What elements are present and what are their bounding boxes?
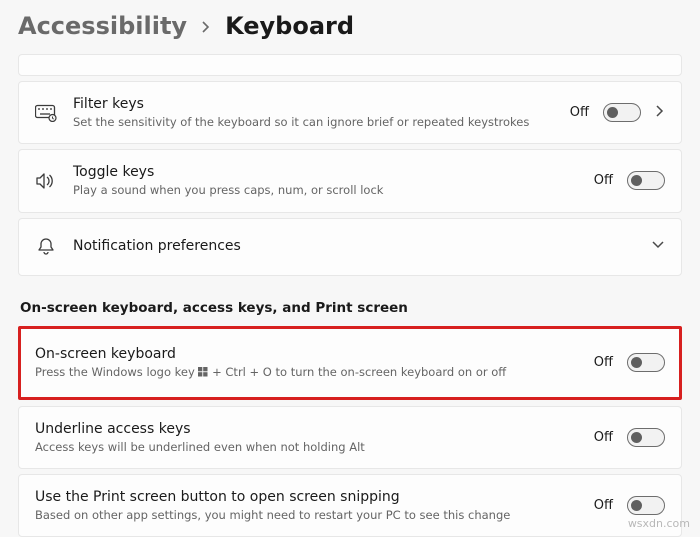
row-title: Underline access keys — [35, 420, 578, 438]
settings-row-underline-access-keys[interactable]: Underline access keys Access keys will b… — [18, 406, 682, 469]
filter-keys-toggle[interactable] — [603, 103, 641, 122]
bell-icon — [35, 237, 57, 257]
toggle-state-label: Off — [594, 498, 613, 513]
settings-row-toggle-keys[interactable]: Toggle keys Play a sound when you press … — [18, 149, 682, 212]
row-title: Notification preferences — [73, 237, 635, 255]
settings-row-stub[interactable] — [18, 54, 682, 76]
row-description: Press the Windows logo key + Ctrl + O to… — [35, 364, 578, 381]
keyboard-filter-icon — [35, 104, 57, 122]
toggle-keys-toggle[interactable] — [627, 171, 665, 190]
chevron-right-icon[interactable] — [655, 104, 665, 122]
row-title: Use the Print screen button to open scre… — [35, 488, 578, 506]
speaker-icon — [35, 172, 57, 190]
print-screen-snipping-toggle[interactable] — [627, 496, 665, 515]
desc-part-before: Press the Windows logo key — [35, 365, 198, 379]
breadcrumb: Accessibility Keyboard — [18, 12, 682, 40]
row-description: Play a sound when you press caps, num, o… — [73, 182, 578, 198]
row-title: Filter keys — [73, 95, 554, 113]
toggle-state-label: Off — [594, 430, 613, 445]
settings-row-filter-keys[interactable]: Filter keys Set the sensitivity of the k… — [18, 81, 682, 144]
chevron-down-icon[interactable] — [651, 239, 665, 254]
windows-logo-icon — [198, 365, 208, 381]
row-description: Access keys will be underlined even when… — [35, 439, 578, 455]
watermark-text: wsxdn.com — [628, 517, 690, 530]
toggle-state-label: Off — [594, 173, 613, 188]
settings-row-on-screen-keyboard[interactable]: On-screen keyboard Press the Windows log… — [18, 326, 682, 400]
row-title: On-screen keyboard — [35, 345, 578, 363]
breadcrumb-parent[interactable]: Accessibility — [18, 12, 187, 40]
settings-row-notification-preferences[interactable]: Notification preferences — [18, 218, 682, 276]
desc-part-after: + Ctrl + O to turn the on-screen keyboar… — [208, 365, 506, 379]
breadcrumb-current: Keyboard — [225, 12, 354, 40]
section-header-osk: On-screen keyboard, access keys, and Pri… — [20, 300, 680, 316]
row-description: Set the sensitivity of the keyboard so i… — [73, 114, 554, 130]
row-title: Toggle keys — [73, 163, 578, 181]
toggle-state-label: Off — [594, 355, 613, 370]
toggle-state-label: Off — [570, 105, 589, 120]
settings-row-print-screen-snipping[interactable]: Use the Print screen button to open scre… — [18, 474, 682, 537]
on-screen-keyboard-toggle[interactable] — [627, 353, 665, 372]
row-description: Based on other app settings, you might n… — [35, 507, 578, 523]
underline-access-keys-toggle[interactable] — [627, 428, 665, 447]
chevron-right-icon — [201, 19, 211, 38]
